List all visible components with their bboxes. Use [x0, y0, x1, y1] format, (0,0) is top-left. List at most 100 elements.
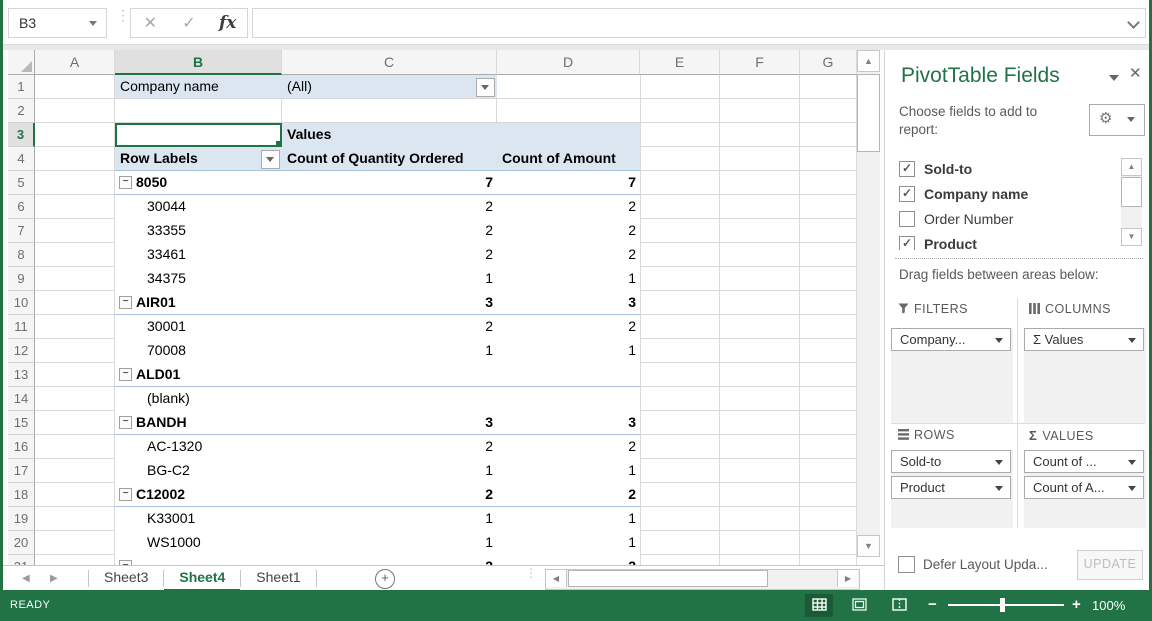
cell-A11[interactable] — [35, 315, 115, 339]
scroll-left-icon[interactable]: ◀ — [546, 570, 567, 587]
cell-F17[interactable] — [720, 459, 800, 483]
cell-C1[interactable]: (All) — [282, 75, 497, 99]
close-icon[interactable]: ✕ — [1129, 64, 1142, 82]
cell-B12[interactable]: 70008 — [115, 339, 282, 363]
cell-B11[interactable]: 30001 — [115, 315, 282, 339]
cell-D1[interactable] — [497, 75, 640, 99]
row-header-12[interactable]: 12 — [8, 339, 35, 363]
cell-D18[interactable]: 2 — [497, 483, 640, 507]
filters-field-button-1[interactable]: Company... — [891, 328, 1011, 351]
cell-E7[interactable] — [640, 219, 720, 243]
horizontal-scrollbar[interactable]: ◀ ▶ — [545, 569, 860, 590]
row-header-14[interactable]: 14 — [8, 387, 35, 411]
rows-drop-zone[interactable]: Sold-toProduct — [891, 450, 1013, 528]
cell-F15[interactable] — [720, 411, 800, 435]
column-header-D[interactable]: D — [497, 50, 640, 75]
cell-A14[interactable] — [35, 387, 115, 411]
name-box-dropdown-icon[interactable] — [89, 21, 97, 26]
column-header-G[interactable]: G — [800, 50, 857, 75]
cell-F6[interactable] — [720, 195, 800, 219]
zoom-in-icon[interactable]: + — [1072, 596, 1081, 613]
vertical-scrollbar[interactable]: ▲ ▼ — [857, 50, 880, 557]
cell-D19[interactable]: 1 — [497, 507, 640, 531]
cell-A10[interactable] — [35, 291, 115, 315]
chevron-down-icon[interactable] — [1128, 460, 1136, 465]
cell-E12[interactable] — [640, 339, 720, 363]
unchecked-checkbox-icon[interactable] — [899, 211, 915, 227]
cell-E17[interactable] — [640, 459, 720, 483]
cell-F11[interactable] — [720, 315, 800, 339]
fill-handle[interactable] — [275, 140, 282, 147]
cell-C20[interactable]: 1 — [282, 531, 497, 555]
tab-nav-right-icon[interactable]: ▶ — [50, 573, 58, 584]
horizontal-scrollbar-thumb[interactable] — [568, 570, 768, 587]
cell-C10[interactable]: 3 — [282, 291, 497, 315]
cell-F9[interactable] — [720, 267, 800, 291]
cell-G21[interactable] — [800, 555, 857, 565]
cell-F8[interactable] — [720, 243, 800, 267]
row-header-3[interactable]: 3 — [8, 123, 35, 147]
scroll-up-icon[interactable]: ▲ — [857, 50, 880, 72]
cell-G19[interactable] — [800, 507, 857, 531]
cell-F16[interactable] — [720, 435, 800, 459]
chevron-down-icon[interactable] — [995, 338, 1003, 343]
sheet-tab-sheet1[interactable]: Sheet1 — [241, 566, 315, 591]
cell-B18[interactable]: −C12002 — [115, 483, 282, 507]
cell-C6[interactable]: 2 — [282, 195, 497, 219]
cell-D13[interactable] — [497, 363, 640, 387]
cell-A16[interactable] — [35, 435, 115, 459]
cell-G4[interactable] — [800, 147, 857, 171]
cell-G12[interactable] — [800, 339, 857, 363]
cell-D12[interactable]: 1 — [497, 339, 640, 363]
cell-A20[interactable] — [35, 531, 115, 555]
row-header-11[interactable]: 11 — [8, 315, 35, 339]
cell-B4[interactable]: Row Labels — [115, 147, 282, 171]
cell-E11[interactable] — [640, 315, 720, 339]
row-header-15[interactable]: 15 — [8, 411, 35, 435]
cell-A3[interactable] — [35, 123, 115, 147]
cell-C19[interactable]: 1 — [282, 507, 497, 531]
enter-icon[interactable]: ✓ — [170, 13, 209, 33]
row-header-7[interactable]: 7 — [8, 219, 35, 243]
cell-F10[interactable] — [720, 291, 800, 315]
cell-E5[interactable] — [640, 171, 720, 195]
cell-D21[interactable]: 2 — [497, 555, 640, 565]
cell-G5[interactable] — [800, 171, 857, 195]
cell-G16[interactable] — [800, 435, 857, 459]
checked-checkbox-icon[interactable]: ✓ — [899, 236, 915, 251]
cell-B6[interactable]: 30044 — [115, 195, 282, 219]
update-button[interactable]: UPDATE — [1077, 550, 1143, 580]
cell-A21[interactable] — [35, 555, 115, 565]
row-header-17[interactable]: 17 — [8, 459, 35, 483]
cell-B14[interactable]: (blank) — [115, 387, 282, 411]
cell-D4[interactable]: Count of Amount — [497, 147, 640, 171]
name-box[interactable]: B3 — [8, 8, 107, 38]
cell-E19[interactable] — [640, 507, 720, 531]
checked-checkbox-icon[interactable]: ✓ — [899, 161, 915, 177]
cell-E10[interactable] — [640, 291, 720, 315]
defer-layout-checkbox[interactable] — [898, 556, 915, 573]
page-break-view-icon[interactable] — [885, 594, 913, 617]
cell-B13[interactable]: −ALD01 — [115, 363, 282, 387]
field-item-order-number[interactable]: Order Number — [897, 206, 1097, 231]
cell-C17[interactable]: 1 — [282, 459, 497, 483]
cell-A12[interactable] — [35, 339, 115, 363]
cell-B10[interactable]: −AIR01 — [115, 291, 282, 315]
tab-nav-left-icon[interactable]: ◀ — [22, 573, 30, 584]
cell-A8[interactable] — [35, 243, 115, 267]
checked-checkbox-icon[interactable]: ✓ — [899, 186, 915, 202]
cell-F20[interactable] — [720, 531, 800, 555]
cell-G3[interactable] — [800, 123, 857, 147]
cell-C2[interactable] — [282, 99, 497, 123]
row-header-4[interactable]: 4 — [8, 147, 35, 171]
cell-A2[interactable] — [35, 99, 115, 123]
row-labels-dropdown-icon[interactable] — [261, 150, 280, 169]
cell-E18[interactable] — [640, 483, 720, 507]
cell-B8[interactable]: 33461 — [115, 243, 282, 267]
row-header-1[interactable]: 1 — [8, 75, 35, 99]
cell-C9[interactable]: 1 — [282, 267, 497, 291]
cell-B15[interactable]: −BANDH — [115, 411, 282, 435]
cell-G20[interactable] — [800, 531, 857, 555]
cell-D10[interactable]: 3 — [497, 291, 640, 315]
field-list-scrollbar[interactable]: ▲ ▼ — [1121, 158, 1142, 246]
